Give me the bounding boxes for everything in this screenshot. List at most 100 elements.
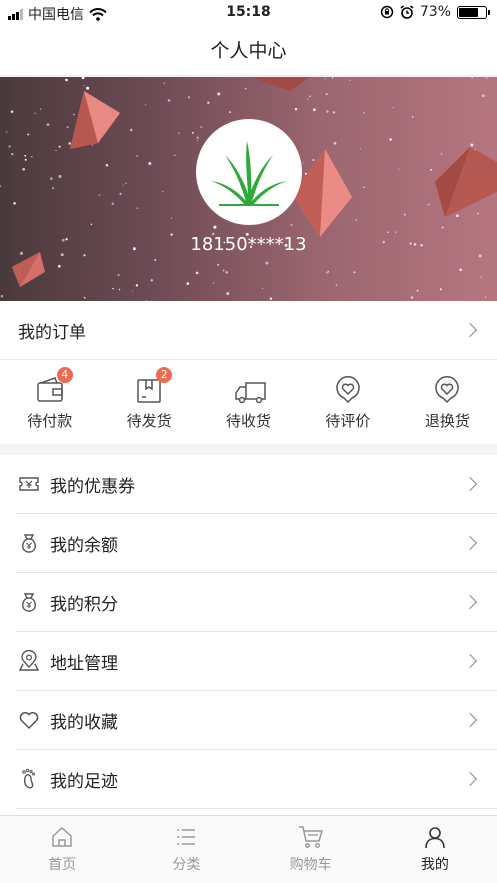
money-bag-icon	[22, 593, 36, 612]
sparkle-dot	[456, 214, 459, 218]
battery-percent: 73%	[419, 4, 451, 20]
sparkle-dot	[65, 78, 68, 82]
menu-list: 我的优惠券 我的余额 我的积分 地址管理 我的收藏 我的足迹	[0, 455, 497, 815]
sparkle-dot	[335, 284, 338, 286]
tab-category[interactable]: 分类	[124, 816, 248, 883]
sparkle-dot	[207, 101, 210, 104]
sparkle-dot	[363, 112, 365, 114]
tab-label: 我的	[420, 857, 449, 873]
sparkle-dot	[403, 213, 406, 216]
sparkle-dot	[290, 223, 293, 227]
avatar[interactable]	[196, 119, 302, 225]
order-pending-payment[interactable]: 4 待付款	[0, 360, 99, 443]
crystal-decoration	[435, 147, 497, 217]
menu-item-address[interactable]: 地址管理	[16, 632, 497, 691]
sparkle-dot	[481, 94, 485, 98]
sparkle-dot	[170, 217, 173, 219]
sparkle-dot	[86, 86, 90, 90]
sparkle-dot	[332, 111, 336, 114]
sparkle-dot	[470, 143, 474, 147]
sparkle-dot	[410, 296, 414, 299]
sparkle-dot	[154, 258, 157, 262]
order-pending-receipt[interactable]: 待收货	[199, 360, 298, 443]
sparkle-dot	[226, 292, 230, 296]
tab-home[interactable]: 首页	[0, 816, 124, 883]
menu-item-history[interactable]: 我的足迹	[16, 750, 497, 809]
battery-level	[459, 7, 478, 17]
sparkle-dot	[196, 136, 199, 139]
sparkle-dot	[269, 297, 273, 300]
sparkle-dot	[411, 116, 414, 118]
sparkle-dot	[386, 231, 389, 233]
sparkle-dot	[55, 149, 57, 152]
sparkle-dot	[471, 77, 473, 79]
sparkle-dot	[22, 168, 25, 171]
sparkle-dot	[416, 289, 419, 292]
sparkle-dot	[163, 82, 165, 84]
sparkle-dot	[8, 145, 11, 148]
tab-cart[interactable]: 购物车	[249, 816, 373, 883]
tab-mine[interactable]: 我的	[373, 816, 497, 883]
sparkle-dot	[58, 174, 62, 179]
sparkle-dot	[307, 98, 309, 100]
menu-item-balance[interactable]: 我的余额	[16, 514, 497, 573]
my-orders-row[interactable]: 我的订单	[0, 301, 497, 360]
truck-icon	[234, 382, 266, 404]
heart-chat-icon	[336, 376, 360, 404]
sparkle-dot	[363, 186, 365, 188]
grass-logo-icon	[211, 141, 287, 206]
order-returns[interactable]: 退换货	[398, 360, 497, 443]
sparkle-dot	[484, 296, 487, 299]
chevron-right-icon	[462, 322, 478, 338]
sparkle-dot	[359, 148, 361, 150]
page-title: 个人中心	[0, 26, 497, 76]
sparkle-dot	[129, 128, 133, 132]
sparkle-dot	[265, 261, 269, 265]
order-label: 待评价	[325, 412, 371, 430]
sparkle-dot	[440, 153, 443, 155]
order-badge: 2	[156, 367, 173, 383]
orientation-lock-icon	[380, 5, 394, 19]
sparkle-dot	[349, 79, 351, 81]
order-pending-review[interactable]: 待评价	[298, 360, 397, 443]
order-label: 待收货	[226, 412, 272, 430]
coupon-icon	[19, 477, 39, 491]
sparkle-dot	[111, 202, 114, 205]
chevron-right-icon	[462, 712, 478, 728]
sparkle-dot	[34, 112, 36, 114]
sparkle-dot	[225, 271, 228, 274]
sparkle-dot	[195, 271, 199, 275]
order-label: 待发货	[126, 412, 172, 430]
sparkle-dot	[212, 282, 215, 284]
menu-item-points[interactable]: 我的积分	[16, 573, 497, 632]
sparkle-dot	[485, 77, 488, 79]
list-icon	[177, 829, 196, 845]
sparkle-dot	[261, 287, 264, 289]
sparkle-dot	[136, 155, 139, 157]
sparkle-dot	[144, 104, 147, 106]
sparkle-dot	[112, 287, 114, 290]
sparkle-dot	[27, 133, 30, 136]
sparkle-dot	[439, 288, 442, 291]
sparkle-dot	[92, 144, 94, 146]
sparkle-dot	[312, 108, 316, 112]
sparkle-dot	[187, 96, 190, 99]
sparkle-dot	[213, 225, 217, 229]
alarm-icon	[400, 5, 414, 19]
sparkle-dot	[392, 106, 394, 109]
order-pending-shipment[interactable]: 2 待发货	[99, 360, 198, 443]
sparkle-dot	[0, 185, 2, 188]
sparkle-dot	[477, 212, 479, 215]
sparkle-dot	[355, 219, 358, 221]
sparkle-dot	[441, 226, 444, 229]
sparkle-dot	[117, 273, 120, 277]
menu-item-favorites[interactable]: 我的收藏	[16, 691, 497, 750]
menu-item-coupons[interactable]: 我的优惠券	[16, 455, 497, 514]
crystal-decoration	[70, 91, 120, 149]
chevron-right-icon	[462, 771, 478, 787]
tab-label: 首页	[48, 857, 77, 873]
sparkle-dot	[13, 202, 16, 205]
sparkle-dot	[331, 77, 334, 79]
money-bag-icon	[22, 534, 36, 553]
sparkle-dot	[200, 126, 203, 128]
